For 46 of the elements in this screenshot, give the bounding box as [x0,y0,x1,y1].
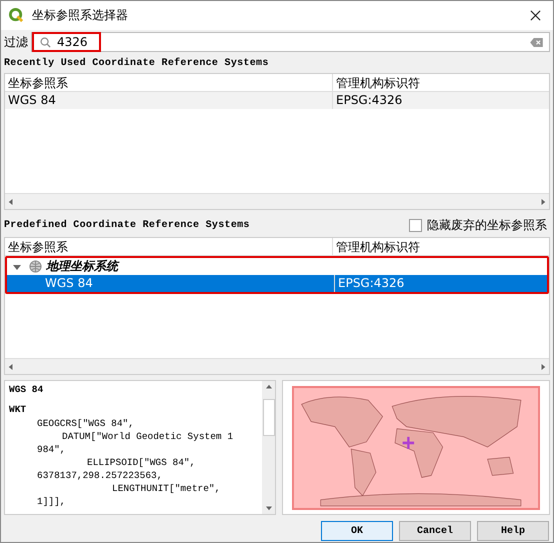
wkt-line: 1]]], [36,496,67,509]
table-cell: WGS 84 [5,92,333,109]
vertical-scrollbar[interactable] [262,381,275,514]
tree-group-row[interactable]: 地理坐标系统 [7,258,547,275]
group-label: 地理坐标系统 [46,258,118,275]
checkbox-label: 隐藏废弃的坐标参照系 [427,217,547,234]
filter-label: 过滤 [4,34,28,50]
search-field[interactable]: 4326 [32,32,101,52]
wkt-line: DATUM["World Geodetic System 1 [61,431,234,444]
clear-icon[interactable] [530,38,543,46]
crs-name: WGS 84 [9,384,44,397]
scroll-up-icon[interactable] [266,384,272,390]
column-header[interactable]: 坐标参照系 [5,238,333,255]
column-header[interactable]: 管理机构标识符 [333,74,423,91]
table-cell-text: EPSG:4326 [337,275,406,292]
scroll-right-icon[interactable] [540,364,546,370]
scroll-right-icon[interactable] [540,198,546,204]
column-header[interactable]: 坐标参照系 [5,74,333,91]
dialog-button[interactable]: Help [477,521,549,541]
section-heading: Recently Used Coordinate Reference Systems [3,56,270,71]
checkbox[interactable] [409,219,422,232]
table-cell-text: EPSG:4326 [335,92,404,109]
close-icon[interactable] [530,10,541,21]
wkt-line: 6378137,298.257223563, [36,470,164,483]
wkt-line: GEOGCRS["WGS 84", [36,418,135,431]
qgis-logo-icon [9,8,24,23]
expand-arrow-icon[interactable] [13,262,21,270]
dialog-button[interactable]: Cancel [399,521,471,541]
filter-field[interactable]: 4326 [31,32,550,52]
column-header[interactable]: 管理机构标识符 [333,238,423,255]
table-row[interactable]: WGS 84 EPSG:4326 [7,275,547,292]
wkt-line: 984", [36,444,67,457]
scroll-left-icon[interactable] [8,198,14,204]
wkt-heading: WKT [9,404,28,417]
filter-input[interactable]: 4326 [57,35,91,49]
window-title: 坐标参照系选择器 [32,7,129,24]
wkt-line: ELLIPSOID["WGS 84", [86,457,196,470]
wkt-line: LENGTHUNIT["metre", [111,483,222,496]
section-heading: Predefined Coordinate Reference Systems [3,218,251,233]
table-row[interactable]: WGS 84 EPSG:4326 [5,92,549,109]
scroll-left-icon[interactable] [8,364,14,370]
globe-icon [29,260,42,273]
dialog-button[interactable]: OK [321,521,393,541]
search-icon [40,36,51,48]
table-cell: WGS 84 [7,275,335,292]
scroll-down-icon[interactable] [266,505,272,511]
